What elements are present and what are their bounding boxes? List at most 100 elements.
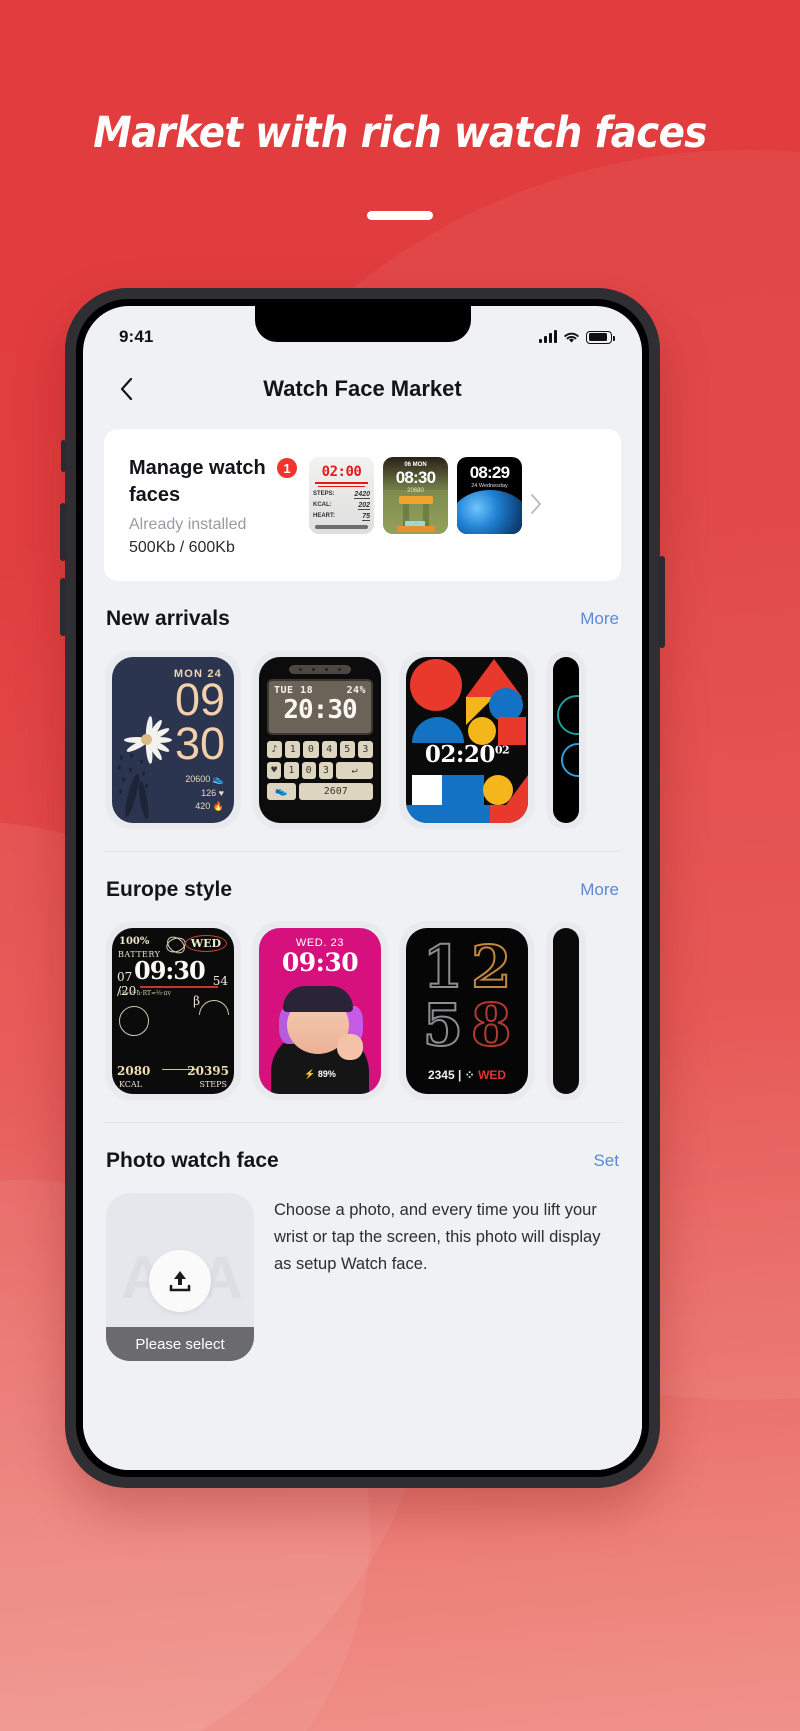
photo-upload-box[interactable]: ARA Please select xyxy=(106,1193,254,1362)
retro-lcd-face-preview: TUE 18 24% 20:30 ♪ 1 0 4 5 3 ♥ 1 0 3 ↵ 👟… xyxy=(259,657,381,824)
back-button[interactable] xyxy=(109,372,143,406)
bauhaus-time-main: 02:20 xyxy=(424,741,496,769)
blackboard-kcal-label: KCAL xyxy=(119,1080,142,1090)
keypad-key: 0 xyxy=(301,762,316,780)
bauhaus-shapes-graphic xyxy=(406,659,528,824)
face-card-big-digits[interactable]: 1 2 5 8 2345 | ⁘ WED xyxy=(400,922,534,1101)
new-arrivals-face-list[interactable]: MON 24 09 30 20600 👟 126 ♥ 420 🔥 TUE 18 … xyxy=(104,631,621,830)
keypad-key: 👟 xyxy=(267,783,296,801)
photo-watch-face-body: ARA Please select Choose a photo, and ev… xyxy=(104,1173,621,1362)
volume-up-button[interactable] xyxy=(60,503,66,561)
europe-style-more-link[interactable]: More xyxy=(580,880,619,900)
face-card-daisy-navy[interactable]: MON 24 09 30 20600 👟 126 ♥ 420 🔥 xyxy=(106,651,240,830)
pink-avatar-time: 09:30 xyxy=(281,948,359,978)
thumb1-steps-label: STEPS: xyxy=(313,491,335,497)
blackboard-circle-diagram xyxy=(119,1006,149,1037)
thumb2-base xyxy=(397,526,435,532)
chevron-right-icon xyxy=(531,493,541,514)
thumbnail-landscape-swing-face[interactable]: 06 MON 08:30 20680 xyxy=(383,457,448,534)
keypad-key: 5 xyxy=(339,741,355,759)
photo-watch-face-set-link[interactable]: Set xyxy=(593,1151,619,1171)
installed-face-thumbnails: 02:00 STEPS: 2420 KCAL: 202 HEART: 75 06… xyxy=(309,457,522,534)
manage-card-text: Manage watch faces 1 Already installed 5… xyxy=(129,455,309,557)
thumb1-kcal-label: KCAL: xyxy=(313,502,332,508)
thumb3-earth-graphic xyxy=(457,490,522,534)
keypad-key: 3 xyxy=(357,741,374,759)
keypad-key: 2607 xyxy=(298,783,373,801)
face-card-dark-partial[interactable] xyxy=(547,922,585,1101)
status-bar: 9:41 xyxy=(83,306,642,358)
manage-title-row: Manage watch faces 1 xyxy=(129,455,309,508)
face-card-pink-avatar[interactable]: WED. 23 09:30 ⚡ 89% xyxy=(253,922,387,1101)
big-digits-row-1: 1 2 xyxy=(406,933,528,1002)
lcd-speaker-grille xyxy=(289,665,351,675)
face-card-blackboard[interactable]: 100% WED BATTERY 09:30 07 /20 54 U=½·ħ·R… xyxy=(106,922,240,1101)
daisy-stats: 20600 👟 126 ♥ 420 🔥 xyxy=(185,771,224,812)
bauhaus-time-seconds: 02 xyxy=(494,743,510,757)
promo-headline: Market with rich watch faces xyxy=(93,108,707,158)
daisy-stat-heart: 126 ♥ xyxy=(201,788,224,799)
volume-down-button[interactable] xyxy=(60,578,66,636)
blackboard-protractor xyxy=(199,1000,229,1016)
teal-rings-face-preview xyxy=(553,657,579,824)
status-bar-icons xyxy=(539,330,615,344)
europe-style-face-list[interactable]: 100% WED BATTERY 09:30 07 /20 54 U=½·ħ·R… xyxy=(104,902,621,1101)
keypad-key: ♪ xyxy=(267,741,283,759)
thumb1-stats: STEPS: 2420 KCAL: 202 HEART: 75 xyxy=(313,491,370,524)
thumb1-underline-2 xyxy=(318,486,365,488)
big-digits-face-preview: 1 2 5 8 2345 | ⁘ WED xyxy=(406,928,528,1095)
thumb2-canopy xyxy=(399,496,433,504)
please-select-label[interactable]: Please select xyxy=(106,1327,254,1362)
keypad-key: 3 xyxy=(318,762,333,780)
power-button[interactable] xyxy=(659,556,665,648)
daisy-specks xyxy=(116,753,162,809)
keypad-key: ↵ xyxy=(336,762,374,780)
big-digits-weekday: WED xyxy=(478,1068,507,1083)
dark-face-preview xyxy=(553,928,579,1095)
keypad-row-3: 👟 2607 xyxy=(267,783,373,801)
promo-divider-dash xyxy=(367,211,433,220)
daisy-stat-steps: 20600 👟 xyxy=(185,774,224,785)
status-bar-time: 9:41 xyxy=(119,327,154,346)
keypad-row-2: ♥ 1 0 3 ↵ xyxy=(267,762,374,780)
blackboard-steps-label: STEPS xyxy=(199,1080,227,1090)
teal-ring-2 xyxy=(561,743,579,778)
cellular-signal-icon xyxy=(539,330,557,343)
europe-style-title: Europe style xyxy=(106,878,233,902)
mute-switch[interactable] xyxy=(61,440,66,472)
thumb2-steps: 20680 xyxy=(407,488,424,494)
big-digit: 8 xyxy=(470,991,512,1060)
thumbnail-red-digital-notepad-face[interactable]: 02:00 STEPS: 2420 KCAL: 202 HEART: 75 xyxy=(309,457,374,534)
photo-watch-face-description: Choose a photo, and every time you lift … xyxy=(274,1201,601,1273)
thumb1-kcal-value: 202 xyxy=(358,502,370,510)
blackboard-time: 09:30 xyxy=(134,956,206,986)
manage-count-badge: 1 xyxy=(277,458,297,478)
daisy-minute: 30 xyxy=(174,718,225,770)
face-card-teal-rings-partial[interactable] xyxy=(547,651,585,830)
blackboard-formula-text: U=½·ħ·RT=⅔·πv xyxy=(119,990,172,998)
thumb1-time: 02:00 xyxy=(321,464,362,480)
manage-card-title: Manage watch faces xyxy=(129,457,266,506)
thumbnail-earth-night-face[interactable]: 08:29 24 Wednesday xyxy=(457,457,522,534)
big-digit: 2 xyxy=(470,933,512,1002)
manage-watch-faces-card[interactable]: Manage watch faces 1 Already installed 5… xyxy=(104,429,621,582)
thumb1-pen-bar xyxy=(315,525,368,529)
pink-avatar-battery-value: 89% xyxy=(317,1069,336,1080)
big-digit: 1 xyxy=(422,933,464,1002)
thumb1-heart-label: HEART: xyxy=(313,513,335,519)
scroll-content[interactable]: Manage watch faces 1 Already installed 5… xyxy=(83,420,642,1470)
face-card-bauhaus[interactable]: 02:2002 xyxy=(400,651,534,830)
new-arrivals-more-link[interactable]: More xyxy=(580,609,619,629)
blackboard-battery-pct: 100% xyxy=(119,936,150,948)
daisy-hour: 09 xyxy=(174,674,225,726)
thumb1-stat-row: HEART: 75 xyxy=(313,513,370,521)
photo-watch-face-header: Photo watch face Set xyxy=(104,1123,621,1173)
face-card-retro-lcd[interactable]: TUE 18 24% 20:30 ♪ 1 0 4 5 3 ♥ 1 0 3 ↵ 👟… xyxy=(253,651,387,830)
keypad-row-1: ♪ 1 0 4 5 3 xyxy=(267,741,374,759)
blackboard-beta-symbol: β xyxy=(193,994,200,1009)
europe-style-header: Europe style More xyxy=(104,852,621,902)
thumb1-steps-value: 2420 xyxy=(354,491,370,499)
big-digit: 5 xyxy=(422,991,464,1060)
upload-button[interactable] xyxy=(149,1249,211,1312)
upload-icon xyxy=(169,1270,191,1291)
